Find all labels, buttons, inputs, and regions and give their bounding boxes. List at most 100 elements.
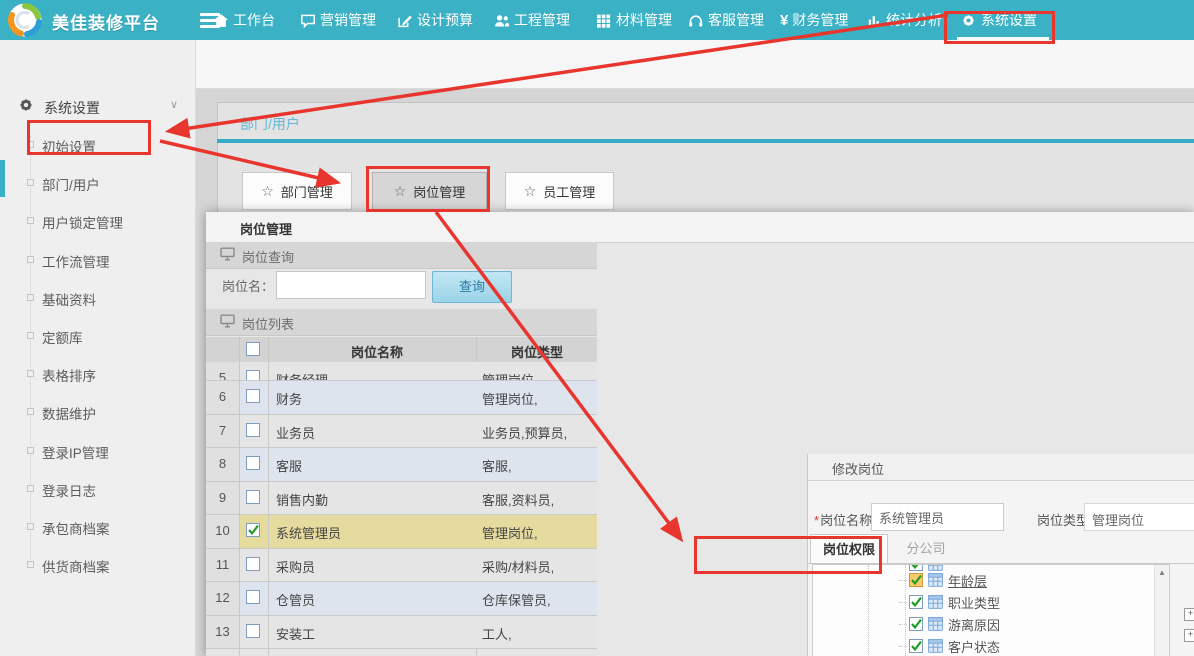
nav-item-8[interactable]: 统计分析 — [866, 0, 942, 40]
post-manage-button[interactable]: ☆岗位管理 — [372, 172, 487, 210]
edit-post-name-input[interactable] — [871, 503, 1004, 531]
sidebar-item-label: 定额库 — [42, 327, 83, 347]
nav-active-underline — [957, 37, 1049, 40]
sidebar-item-label: 表格排序 — [42, 365, 96, 385]
tree-item-label: 职业类型 — [948, 593, 1000, 612]
post-name-cell: 客服 — [276, 456, 302, 475]
expander-icon[interactable]: + — [1184, 608, 1194, 621]
table-row-9[interactable]: 9销售内勤客服,资料员, — [206, 482, 597, 515]
row-checkbox[interactable] — [239, 381, 269, 414]
tree-item-年龄层[interactable]: 年龄层 — [899, 569, 1170, 591]
row-number: 10 — [206, 515, 240, 548]
table-row-5[interactable]: 5财务经理管理岗位, — [206, 362, 597, 381]
sidebar-item-2[interactable]: 部门/用户 — [0, 170, 195, 196]
search-button[interactable]: 查询 — [432, 271, 512, 303]
post-type-field-label: 岗位类型 — [1037, 510, 1089, 529]
tree-checkbox[interactable] — [909, 617, 923, 631]
bullet-icon — [27, 408, 34, 415]
sidebar-header-system-settings[interactable]: 系统设置 ∨ — [0, 92, 195, 122]
tree-item-label: 客户状态 — [948, 637, 1000, 656]
dialog-header[interactable]: 岗位管理 — [206, 212, 1194, 243]
select-all-checkbox[interactable] — [246, 342, 260, 361]
bullet-icon — [27, 447, 34, 454]
row-number: 11 — [206, 549, 240, 581]
sidebar-item-11[interactable]: 承包商档案 — [0, 514, 195, 540]
sidebar-item-7[interactable]: 表格排序 — [0, 361, 195, 387]
tree-vertical-scrollbar[interactable]: ▲ ▼ — [1154, 565, 1170, 656]
sidebar-item-label: 登录日志 — [42, 480, 96, 500]
panel-tab-dept-user[interactable]: 部门/用户 — [240, 114, 300, 134]
tree-item-客户状态[interactable]: 客户状态 — [899, 635, 1170, 656]
row-checkbox[interactable] — [239, 616, 269, 648]
sidebar-item-4[interactable]: 工作流管理 — [0, 247, 195, 273]
sidebar: 系统设置 ∨ 初始设置部门/用户用户锁定管理工作流管理基础资料定额库表格排序数据… — [0, 40, 196, 656]
table-row-6[interactable]: 6财务管理岗位, — [206, 381, 597, 415]
sidebar-item-10[interactable]: 登录日志 — [0, 476, 195, 502]
tree-checkbox[interactable] — [909, 573, 923, 587]
post-type-cell: 客服,资料员, — [482, 490, 554, 509]
table-row-12[interactable]: 12仓管员仓库保管员, — [206, 582, 597, 616]
nav-item-4[interactable]: 工程管理 — [494, 0, 570, 40]
row-checkbox[interactable] — [239, 482, 269, 514]
row-checkbox[interactable] — [239, 362, 269, 380]
bar-chart-icon — [866, 13, 881, 28]
sidebar-item-5[interactable]: 基础资料 — [0, 285, 195, 311]
tab-post-permissions[interactable]: 岗位权限 — [810, 534, 888, 564]
sidebar-item-1[interactable]: 初始设置 — [0, 132, 195, 158]
sidebar-item-label: 登录IP管理 — [42, 442, 109, 462]
tree-item-游离原因[interactable]: 游离原因 — [899, 613, 1170, 635]
post-type-cell: 采购/材料员, — [482, 557, 554, 576]
scroll-up-icon[interactable]: ▲ — [1158, 568, 1166, 577]
row-checkbox[interactable] — [239, 448, 269, 481]
table-row-10[interactable]: 10系统管理员管理岗位, — [206, 515, 597, 549]
required-asterisk: * — [814, 513, 819, 528]
sidebar-item-label: 供货商档案 — [42, 556, 110, 576]
edit-post-title: 修改岗位 — [832, 459, 884, 478]
sidebar-item-3[interactable]: 用户锁定管理 — [0, 208, 195, 234]
monitor-icon — [220, 247, 235, 261]
nav-item-3[interactable]: 设计预算 — [397, 0, 473, 40]
nav-item-2[interactable]: 营销管理 — [300, 0, 376, 40]
nav-item-6[interactable]: 客服管理 — [688, 0, 764, 40]
employee-manage-button[interactable]: ☆员工管理 — [505, 172, 614, 210]
nav-item-label: 设计预算 — [417, 10, 473, 30]
sidebar-item-6[interactable]: 定额库 — [0, 323, 195, 349]
post-table-header: 岗位名称 岗位类型 — [206, 337, 597, 363]
sidebar-rail — [30, 136, 31, 568]
row-number: 12 — [206, 582, 240, 615]
bullet-icon — [27, 256, 34, 263]
tab-branch-company[interactable]: 分公司 — [890, 534, 962, 564]
table-row-7[interactable]: 7业务员业务员,预算员, — [206, 415, 597, 448]
nav-item-1[interactable]: 工作台 — [213, 0, 275, 40]
nav-item-label: 工程管理 — [514, 10, 570, 30]
tree-checkbox[interactable] — [909, 639, 923, 653]
row-checkbox[interactable] — [239, 415, 269, 447]
row-checkbox[interactable] — [239, 582, 269, 615]
dialog-title: 岗位管理 — [240, 219, 292, 238]
dept-manage-button[interactable]: ☆部门管理 — [242, 172, 352, 210]
sidebar-item-12[interactable]: 供货商档案 — [0, 552, 195, 578]
gear-icon — [18, 97, 34, 113]
tree-item-职业类型[interactable]: 职业类型 — [899, 591, 1170, 613]
row-checkbox[interactable] — [239, 549, 269, 581]
nav-item-5[interactable]: 材料管理 — [596, 0, 672, 40]
table-row-8[interactable]: 8客服客服, — [206, 448, 597, 482]
table-row-13[interactable]: 13安装工工人, — [206, 616, 597, 649]
tree-checkbox[interactable] — [909, 595, 923, 609]
row-checkbox[interactable] — [239, 515, 269, 548]
post-table: 岗位名称 岗位类型 5财务经理管理岗位,6财务管理岗位,7业务员业务员,预算员,… — [206, 337, 597, 656]
post-name-input[interactable] — [276, 271, 426, 299]
sidebar-item-8[interactable]: 数据维护 — [0, 399, 195, 425]
sidebar-item-9[interactable]: 登录IP管理 — [0, 438, 195, 464]
post-type-cell: 管理岗位, — [482, 370, 538, 381]
expander-icon[interactable]: + — [1184, 629, 1194, 642]
nav-item-7[interactable]: ¥财务管理 — [780, 0, 848, 40]
nav-item-9[interactable]: 系统设置 — [961, 0, 1037, 40]
post-type-select[interactable]: 管理岗位 ▼ — [1084, 503, 1194, 531]
chat-bubble-icon — [300, 13, 315, 28]
table-row-11[interactable]: 11采购员采购/材料员, — [206, 549, 597, 582]
row-number: 6 — [206, 381, 240, 414]
row-number: 8 — [206, 448, 240, 481]
home-icon — [213, 13, 228, 28]
sidebar-item-label: 用户锁定管理 — [42, 212, 123, 232]
